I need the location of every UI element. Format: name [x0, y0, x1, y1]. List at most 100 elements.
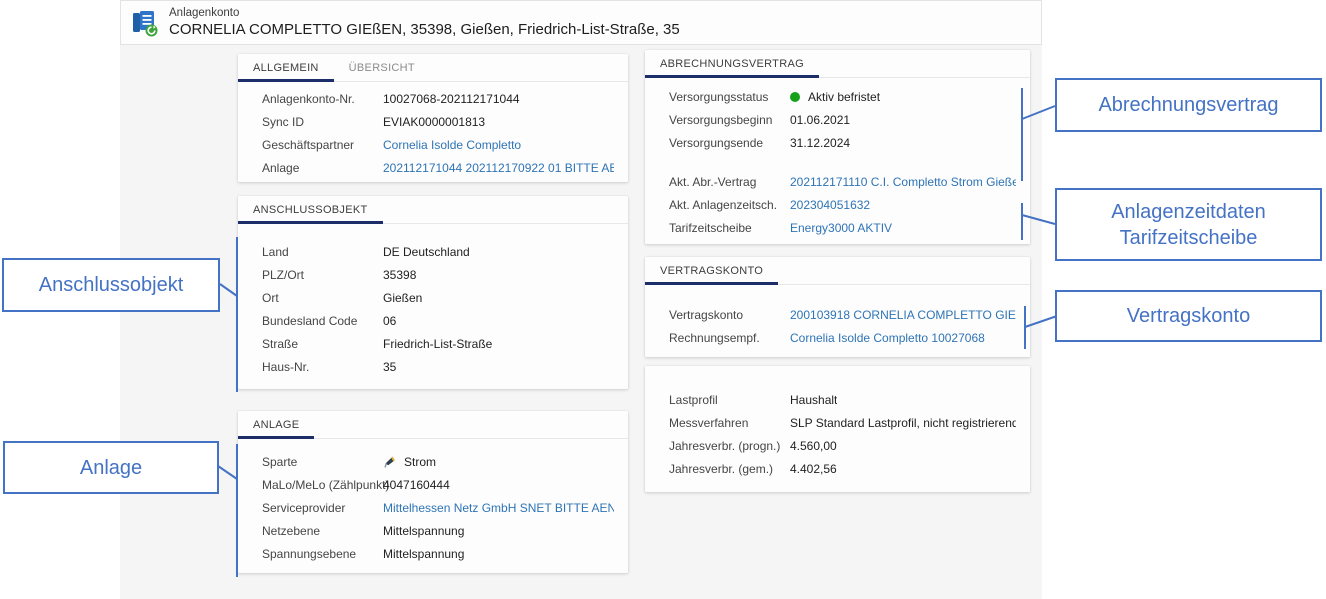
- status-active-dot: [790, 92, 800, 102]
- field-label: Anlage: [262, 161, 383, 175]
- allgemein-tabbar: ALLGEMEIN ÜBERSICHT: [238, 54, 628, 82]
- anlage-body: Sparte Strom MaLo/MeLo (Zählpunkt) 40471…: [238, 439, 628, 565]
- field-row-vertragskonto: Vertragskonto 200103918 CORNELIA COMPLET…: [669, 303, 1016, 326]
- field-label: PLZ/Ort: [262, 268, 383, 282]
- field-label: Haus-Nr.: [262, 360, 383, 374]
- field-row-jahresverbr-progn: Jahresverbr. (progn.) 4.560,00: [669, 434, 1016, 457]
- vertragskonto-link[interactable]: 200103918 CORNELIA COMPLETTO GIEßEN: [790, 308, 1016, 322]
- field-label: Geschäftspartner: [262, 138, 383, 152]
- vertragskonto-tabbar: VERTRAGSKONTO: [645, 257, 1030, 285]
- panel-allgemein: ALLGEMEIN ÜBERSICHT Anlagenkonto-Nr. 100…: [238, 54, 628, 182]
- callout-label: Anschlussobjekt: [39, 272, 184, 298]
- anlagenkonto-screen: Anlagenkonto CORNELIA COMPLETTO GIEßEN, …: [0, 0, 1326, 599]
- field-label: Lastprofil: [669, 393, 790, 407]
- anlage-link[interactable]: 202112171044 202112170922 01 BITTE AENDE…: [383, 161, 614, 175]
- callout-label: Abrechnungsvertrag: [1098, 92, 1278, 118]
- geschaeftspartner-link[interactable]: Cornelia Isolde Completto: [383, 138, 521, 152]
- tarifzeitscheibe-link[interactable]: Energy3000 AKTIV: [790, 221, 892, 235]
- tab-abrechnungsvertrag[interactable]: ABRECHNUNGSVERTRAG: [645, 50, 819, 78]
- field-label: Jahresverbr. (gem.): [669, 462, 790, 476]
- group-spacer: [669, 154, 1016, 170]
- sparte-value: Strom: [404, 455, 436, 469]
- field-row-spannungsebene: Spannungsebene Mittelspannung: [262, 542, 614, 565]
- field-label: Spannungsebene: [262, 547, 383, 561]
- field-row-akt-abr-vertrag: Akt. Abr.-Vertrag 202112171110 C.I. Comp…: [669, 170, 1016, 193]
- field-row-versorgungsbeginn: Versorgungsbeginn 01.06.2021: [669, 108, 1016, 131]
- field-label: Versorgungsbeginn: [669, 113, 790, 127]
- field-value: Aktiv befristet: [790, 90, 880, 104]
- anlagenzeitsch-link[interactable]: 202304051632: [790, 198, 870, 212]
- field-row-messverfahren: Messverfahren SLP Standard Lastprofil, n…: [669, 411, 1016, 434]
- field-row-geschaeftspartner: Geschäftspartner Cornelia Isolde Complet…: [262, 133, 614, 156]
- field-value: 01.06.2021: [790, 113, 850, 127]
- field-row-bundesland-code: Bundesland Code 06: [262, 309, 614, 332]
- field-row-sync-id: Sync ID EVIAK0000001813: [262, 110, 614, 133]
- object-header: Anlagenkonto CORNELIA COMPLETTO GIEßEN, …: [120, 0, 1042, 45]
- field-value: 35: [383, 360, 396, 374]
- panel-anschlussobjekt: ANSCHLUSSOBJEKT Land DE Deutschland PLZ/…: [238, 196, 628, 389]
- rechnungsempf-link[interactable]: Cornelia Isolde Completto 10027068: [790, 331, 985, 345]
- field-row-netzebene: Netzebene Mittelspannung: [262, 519, 614, 542]
- versorgungsstatus-value: Aktiv befristet: [808, 90, 880, 104]
- field-row-jahresverbr-gem: Jahresverbr. (gem.) 4.402,56: [669, 457, 1016, 480]
- field-value: 10027068-202112171044: [383, 92, 520, 106]
- abrechnungsvertrag-tabbar: ABRECHNUNGSVERTRAG: [645, 50, 1030, 78]
- field-row-strasse: Straße Friedrich-List-Straße: [262, 332, 614, 355]
- field-label: Messverfahren: [669, 416, 790, 430]
- field-row-anlage: Anlage 202112171044 202112170922 01 BITT…: [262, 156, 614, 179]
- field-label: Akt. Abr.-Vertrag: [669, 175, 790, 189]
- page-title: CORNELIA COMPLETTO GIEßEN, 35398, Gießen…: [169, 21, 680, 39]
- field-label: Anlagenkonto-Nr.: [262, 92, 383, 106]
- field-row-serviceprovider: Serviceprovider Mittelhessen Netz GmbH S…: [262, 496, 614, 519]
- field-row-malo-melo: MaLo/MeLo (Zählpunkt) 4047160444: [262, 473, 614, 496]
- callout-vertragskonto: Vertragskonto: [1055, 290, 1322, 342]
- anschlussobjekt-body: Land DE Deutschland PLZ/Ort 35398 Ort Gi…: [238, 224, 628, 378]
- field-label: Straße: [262, 337, 383, 351]
- field-label: Land: [262, 245, 383, 259]
- field-label: MaLo/MeLo (Zählpunkt): [262, 478, 383, 492]
- field-value: Mittelspannung: [383, 547, 464, 561]
- tab-anschlussobjekt[interactable]: ANSCHLUSSOBJEKT: [238, 196, 383, 224]
- field-label: Ort: [262, 291, 383, 305]
- field-value: Haushalt: [790, 393, 837, 407]
- field-label: Netzebene: [262, 524, 383, 538]
- callout-anlagenzeitdaten-tarifzeitscheibe: Anlagenzeitdaten Tarifzeitscheibe: [1055, 188, 1322, 261]
- tab-vertragskonto[interactable]: VERTRAGSKONTO: [645, 257, 778, 285]
- tab-uebersicht[interactable]: ÜBERSICHT: [334, 54, 430, 82]
- tab-allgemein[interactable]: ALLGEMEIN: [238, 54, 334, 82]
- field-label: Serviceprovider: [262, 501, 383, 515]
- callout-label-line2: Tarifzeitscheibe: [1120, 225, 1258, 251]
- field-value: Mittelspannung: [383, 524, 464, 538]
- field-value: 06: [383, 314, 396, 328]
- anschlussobjekt-tabbar: ANSCHLUSSOBJEKT: [238, 196, 628, 224]
- field-value: 35398: [383, 268, 416, 282]
- field-label: Vertragskonto: [669, 308, 790, 322]
- serviceprovider-link[interactable]: Mittelhessen Netz GmbH SNET BITTE AENDER…: [383, 501, 614, 515]
- panel-abrechnungsvertrag: ABRECHNUNGSVERTRAG Versorgungsstatus Akt…: [645, 50, 1030, 244]
- field-label: Rechnungsempf.: [669, 331, 790, 345]
- field-label: Bundesland Code: [262, 314, 383, 328]
- field-label: Tarifzeitscheibe: [669, 221, 790, 235]
- object-type-label: Anlagenkonto: [169, 6, 680, 21]
- tab-anlage[interactable]: ANLAGE: [238, 411, 314, 439]
- anlagenkonto-icon: [130, 8, 160, 38]
- field-value: 4.560,00: [790, 439, 837, 453]
- field-label: Versorgungsstatus: [669, 90, 790, 104]
- field-value: 31.12.2024: [790, 136, 850, 150]
- callout-label: Vertragskonto: [1127, 303, 1250, 329]
- field-label: Sparte: [262, 455, 383, 469]
- panel-vertragskonto: VERTRAGSKONTO Vertragskonto 200103918 CO…: [645, 257, 1030, 357]
- field-value: SLP Standard Lastprofil, nicht registrie…: [790, 416, 1016, 430]
- field-label: Akt. Anlagenzeitsch.: [669, 198, 790, 212]
- field-row-haus-nr: Haus-Nr. 35: [262, 355, 614, 378]
- field-row-plz-ort: PLZ/Ort 35398: [262, 263, 614, 286]
- field-label: Versorgungsende: [669, 136, 790, 150]
- field-row-versorgungsstatus: Versorgungsstatus Aktiv befristet: [669, 85, 1016, 108]
- vertragskonto-body: Vertragskonto 200103918 CORNELIA COMPLET…: [645, 285, 1030, 349]
- abr-vertrag-link[interactable]: 202112171110 C.I. Completto Strom Gießen: [790, 175, 1016, 189]
- field-label: Sync ID: [262, 115, 383, 129]
- callout-anschlussobjekt: Anschlussobjekt: [2, 258, 220, 312]
- callout-label-line1: Anlagenzeitdaten: [1111, 199, 1266, 225]
- field-row-anlagenkonto-nr: Anlagenkonto-Nr. 10027068-202112171044: [262, 87, 614, 110]
- panel-verbrauch: Lastprofil Haushalt Messverfahren SLP St…: [645, 366, 1030, 492]
